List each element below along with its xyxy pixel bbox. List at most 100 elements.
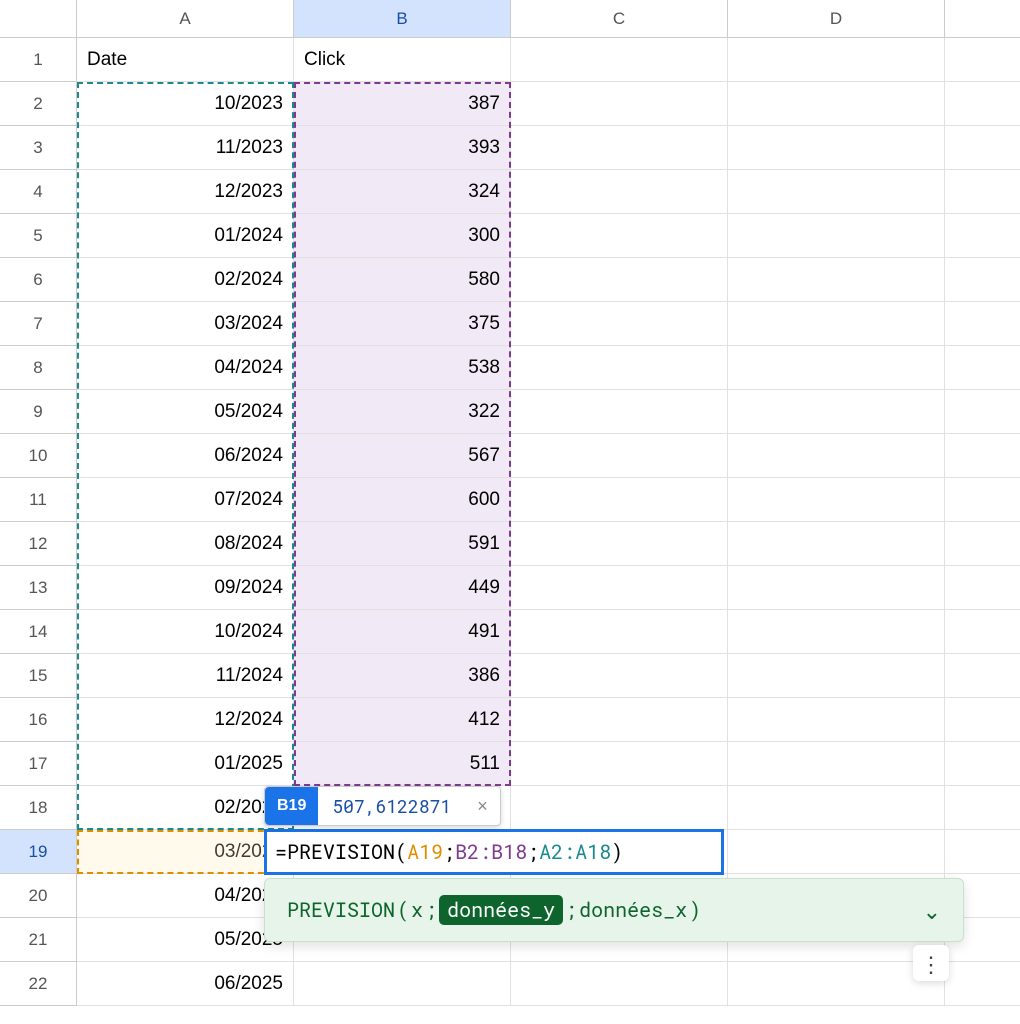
empty-cell[interactable] [945,962,1020,1006]
empty-cell[interactable] [511,478,728,522]
empty-cell[interactable] [728,38,945,82]
cell-click[interactable]: 375 [294,302,511,346]
empty-cell[interactable] [728,522,945,566]
empty-cell[interactable] [945,434,1020,478]
empty-cell[interactable] [511,346,728,390]
cell-click[interactable] [294,962,511,1006]
cell-click[interactable]: 538 [294,346,511,390]
cell-date[interactable]: 06/2024 [77,434,294,478]
empty-cell[interactable] [945,786,1020,830]
empty-cell[interactable] [945,698,1020,742]
row-header[interactable]: 14 [0,610,77,654]
cell-date[interactable]: 11/2023 [77,126,294,170]
empty-cell[interactable] [945,566,1020,610]
empty-cell[interactable] [728,478,945,522]
cell-date[interactable]: 02/2024 [77,258,294,302]
empty-cell[interactable] [728,698,945,742]
empty-cell[interactable] [945,302,1020,346]
cell-date[interactable]: 12/2024 [77,698,294,742]
col-header-A[interactable]: A [77,0,294,38]
empty-cell[interactable] [945,258,1020,302]
cell-date[interactable]: 01/2025 [77,742,294,786]
row-header[interactable]: 15 [0,654,77,698]
row-header[interactable]: 19 [0,830,77,874]
cell-date[interactable]: 02/2025 [77,786,294,830]
empty-cell[interactable] [511,434,728,478]
chevron-down-icon[interactable]: ⌄ [923,896,941,925]
empty-cell[interactable] [511,214,728,258]
empty-cell[interactable] [945,478,1020,522]
corner-cell[interactable] [0,0,77,38]
empty-cell[interactable] [511,654,728,698]
empty-cell[interactable] [728,742,945,786]
cell-click[interactable]: 591 [294,522,511,566]
col-header-D[interactable]: D [728,0,945,38]
cell-click[interactable]: 387 [294,82,511,126]
empty-cell[interactable] [511,610,728,654]
empty-cell[interactable] [728,170,945,214]
cell-click[interactable]: 324 [294,170,511,214]
cell-date[interactable]: 03/2024 [77,302,294,346]
empty-cell[interactable] [945,610,1020,654]
cell-date[interactable]: 12/2023 [77,170,294,214]
col-header-C[interactable]: C [511,0,728,38]
empty-cell[interactable] [945,654,1020,698]
close-icon[interactable]: × [465,796,500,817]
empty-cell[interactable] [945,830,1020,874]
empty-cell[interactable] [511,962,728,1006]
cell-click[interactable]: 300 [294,214,511,258]
empty-cell[interactable] [728,302,945,346]
formula-editor[interactable]: =PREVISION(A19;B2:B18;A2:A18) [264,829,724,875]
empty-cell[interactable] [511,38,728,82]
empty-cell[interactable] [511,786,728,830]
empty-cell[interactable] [945,522,1020,566]
cell-click[interactable]: 600 [294,478,511,522]
cell-click[interactable]: 386 [294,654,511,698]
cell-click[interactable]: 491 [294,610,511,654]
cell-date[interactable]: 10/2023 [77,82,294,126]
cell-date[interactable]: 05/2025 [77,918,294,962]
empty-cell[interactable] [511,522,728,566]
empty-cell[interactable] [511,566,728,610]
empty-cell[interactable] [511,302,728,346]
row-header[interactable]: 18 [0,786,77,830]
row-header[interactable]: 22 [0,962,77,1006]
more-options-icon[interactable]: ⋮ [913,945,949,981]
cell-date[interactable]: 09/2024 [77,566,294,610]
cell-date[interactable]: 08/2024 [77,522,294,566]
row-header[interactable]: 9 [0,390,77,434]
row-header[interactable]: 17 [0,742,77,786]
cell-click[interactable]: 393 [294,126,511,170]
empty-cell[interactable] [728,654,945,698]
empty-cell[interactable] [728,566,945,610]
cell-date[interactable]: 10/2024 [77,610,294,654]
row-header[interactable]: 21 [0,918,77,962]
cell-date[interactable]: 04/2025 [77,874,294,918]
empty-cell[interactable] [945,390,1020,434]
empty-cell[interactable] [728,786,945,830]
empty-cell[interactable] [945,38,1020,82]
col-header-B[interactable]: B [294,0,511,38]
empty-cell[interactable] [511,698,728,742]
empty-cell[interactable] [511,742,728,786]
empty-cell[interactable] [728,346,945,390]
row-header[interactable]: 13 [0,566,77,610]
row-header[interactable]: 4 [0,170,77,214]
empty-cell[interactable] [511,258,728,302]
empty-cell[interactable] [728,126,945,170]
cell-date[interactable]: 07/2024 [77,478,294,522]
row-header[interactable]: 6 [0,258,77,302]
cell-click[interactable]: 322 [294,390,511,434]
empty-cell[interactable] [511,390,728,434]
cell-click[interactable]: 412 [294,698,511,742]
empty-cell[interactable] [728,214,945,258]
cell-date[interactable]: 01/2024 [77,214,294,258]
empty-cell[interactable] [945,346,1020,390]
row-header[interactable]: 16 [0,698,77,742]
cell-click[interactable]: 511 [294,742,511,786]
cell-click[interactable]: 580 [294,258,511,302]
cell-click[interactable]: 449 [294,566,511,610]
row-header[interactable]: 10 [0,434,77,478]
empty-cell[interactable] [945,170,1020,214]
empty-cell[interactable] [728,610,945,654]
